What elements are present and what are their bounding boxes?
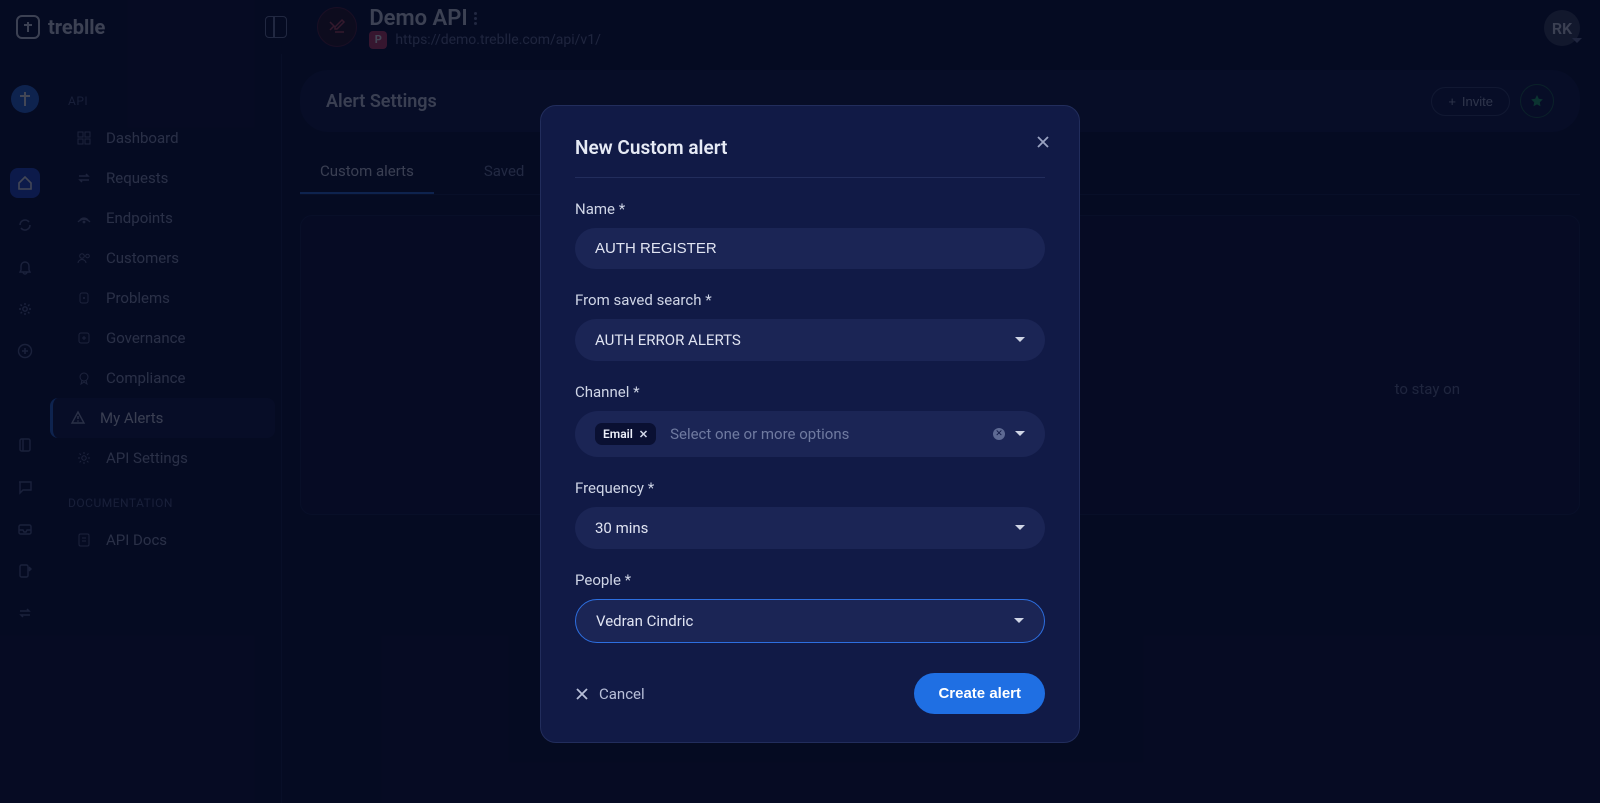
label-name: Name * [575,200,1045,218]
chip-remove-icon[interactable]: ✕ [639,428,648,441]
modal-actions: Cancel Create alert [575,673,1045,714]
frequency-select[interactable]: 30 mins [575,507,1045,549]
frequency-value: 30 mins [595,519,648,537]
channel-placeholder: Select one or more options [670,425,993,443]
chevron-down-icon [1015,525,1025,535]
name-input[interactable] [595,240,1025,257]
cancel-label: Cancel [599,685,645,703]
saved-search-select[interactable]: AUTH ERROR ALERTS [575,319,1045,361]
people-select[interactable]: Vedran Cindric [575,599,1045,643]
chevron-down-icon [1014,618,1024,628]
modal-divider [575,177,1045,178]
create-alert-button[interactable]: Create alert [914,673,1045,714]
channel-multiselect[interactable]: Email ✕ Select one or more options ✕ [575,411,1045,457]
new-alert-modal: New Custom alert Name * From saved searc… [540,105,1080,743]
clear-icon[interactable]: ✕ [993,428,1005,440]
channel-chip-email[interactable]: Email ✕ [595,423,656,445]
close-icon[interactable] [1035,134,1051,150]
label-search: From saved search * [575,291,1045,309]
chip-label: Email [603,427,633,441]
name-input-wrap[interactable] [575,228,1045,269]
cancel-button[interactable]: Cancel [575,685,645,703]
saved-search-value: AUTH ERROR ALERTS [595,331,741,349]
chevron-down-icon [1015,337,1025,347]
chevron-down-icon [1015,431,1025,441]
close-icon [575,687,589,701]
label-frequency: Frequency * [575,479,1045,497]
people-value: Vedran Cindric [596,612,693,630]
label-channel: Channel * [575,383,1045,401]
modal-title: New Custom alert [575,136,1045,159]
label-people: People * [575,571,1045,589]
